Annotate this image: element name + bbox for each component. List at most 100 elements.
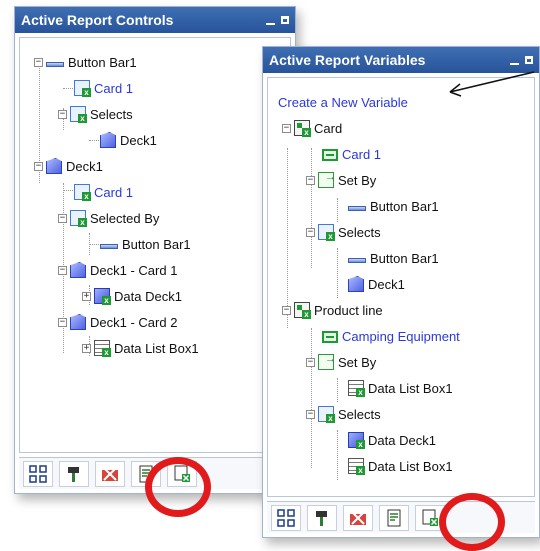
tree-node-deck1-card1[interactable]: − Deck1 - Card 1 [58,260,177,280]
collapse-icon[interactable]: − [58,213,67,223]
tree-node-set-by-2[interactable]: − Set By [306,352,376,372]
deck-icon [46,158,62,174]
value-icon [322,331,338,343]
tree-node-data-deck1[interactable]: Data Deck1 [348,430,436,450]
tree-node-selects-2[interactable]: − Selects [306,404,381,424]
variable-icon [294,302,311,319]
variables-title: Active Report Variables [269,52,426,68]
controls-tree: − Button Bar1 Card 1 − Selects Deck1 − D… [19,37,291,453]
group-controls-button[interactable] [23,460,53,487]
tree-node-deck1-child[interactable]: Deck1 [100,130,157,150]
create-new-variable-link[interactable]: Create a New Variable [278,92,408,112]
node-label: Deck1 - Card 2 [90,314,178,330]
node-label: Set By [338,354,377,370]
button-bar-icon [348,206,366,211]
tree-node-deck1-card2[interactable]: − Deck1 - Card 2 [58,312,177,332]
set-by-icon [318,353,336,370]
tree-node-button-bar1-b[interactable]: Button Bar1 [348,248,439,268]
data-deck-icon [94,288,111,305]
collapse-icon[interactable]: − [282,305,291,315]
delete-icon [350,510,366,525]
data-deck-icon [348,432,365,449]
tree-node-deck1[interactable]: − Deck1 [34,156,103,176]
minimize-icon[interactable] [510,63,519,65]
data-list-box-icon [94,340,111,357]
button-bar-icon [46,62,64,67]
format-icon [68,466,79,482]
selects-icon [318,406,335,423]
collapse-icon[interactable]: − [306,357,315,367]
active-report-variables-panel: Active Report Variables Create a New Var… [262,46,540,551]
report-controls-button[interactable] [379,504,409,531]
collapse-icon[interactable]: − [282,123,291,133]
controls-title: Active Report Controls [21,12,174,28]
node-label: Button Bar1 [370,198,439,214]
deck-icon [100,132,116,148]
tree-node-data-deck1[interactable]: + Data Deck1 [82,286,182,306]
node-label: Selects [338,224,381,240]
node-label: Deck1 [368,276,405,292]
collapse-icon[interactable]: − [34,161,43,171]
node-label: Data List Box1 [368,458,453,474]
value-icon [322,149,338,161]
node-label: Card 1 [94,184,134,200]
expand-icon[interactable]: + [82,291,91,301]
collapse-icon[interactable]: − [58,317,67,327]
active-report-controls-panel: Active Report Controls − Button Bar1 Car… [14,6,296,517]
delete-button[interactable] [343,504,373,531]
minimize-icon[interactable] [266,23,275,25]
node-label: Button Bar1 [68,54,137,70]
collapse-icon[interactable]: − [58,109,67,119]
tree-node-button-bar1-child[interactable]: Button Bar1 [100,234,191,254]
node-label: Card 1 [342,146,382,162]
group-icon [29,464,47,483]
tree-node-card1[interactable]: Card 1 [74,78,133,98]
tree-node-button-bar1[interactable]: − Button Bar1 [34,52,137,72]
maximize-icon[interactable] [525,56,533,64]
tree-node-deck1[interactable]: Deck1 [348,274,405,294]
selected-by-icon [70,210,87,227]
tree-node-set-by[interactable]: − Set By [306,170,376,190]
tree-node-data-list-box1[interactable]: + Data List Box1 [82,338,199,358]
node-label: Button Bar1 [122,236,191,252]
delete-button[interactable] [95,460,125,487]
node-label: Card 1 [94,80,134,96]
data-list-box-icon [348,458,365,475]
tree-node-selects[interactable]: − Selects [58,104,133,124]
deck-icon [348,276,364,292]
node-label: Create a New Variable [278,94,408,110]
format-button[interactable] [307,504,337,531]
tree-node-camping-equipment[interactable]: Camping Equipment [322,326,460,346]
collapse-icon[interactable]: − [34,57,43,67]
tree-node-product-line[interactable]: − Product line [282,300,383,320]
tree-node-card[interactable]: − Card [282,118,342,138]
tree-node-button-bar1-a[interactable]: Button Bar1 [348,196,439,216]
node-label: Data Deck1 [114,288,182,304]
maximize-icon[interactable] [281,16,289,24]
tree-node-deck1-card1-link[interactable]: Card 1 [74,182,133,202]
node-label: Deck1 - Card 1 [90,262,178,278]
collapse-icon[interactable]: − [58,265,67,275]
delete-icon [102,466,118,481]
tree-node-selected-by[interactable]: − Selected By [58,208,159,228]
tree-node-data-list-box1-b[interactable]: Data List Box1 [348,456,453,476]
collapse-icon[interactable]: − [306,175,315,185]
tree-node-card1[interactable]: Card 1 [322,144,381,164]
node-label: Selects [90,106,133,122]
highlight-circle [145,457,211,517]
format-icon [316,510,327,526]
collapse-icon[interactable]: − [306,409,315,419]
format-button[interactable] [59,460,89,487]
deck-icon [70,314,86,330]
expand-icon[interactable]: + [82,343,91,353]
button-bar-icon [100,244,118,249]
group-controls-button[interactable] [271,504,301,531]
tree-node-selects[interactable]: − Selects [306,222,381,242]
tree-node-data-list-box1-a[interactable]: Data List Box1 [348,378,453,398]
node-label: Product line [314,302,383,318]
node-label: Card [314,120,343,136]
collapse-icon[interactable]: − [306,227,315,237]
node-label: Deck1 [120,132,157,148]
node-label: Set By [338,172,377,188]
card-icon [74,80,91,97]
